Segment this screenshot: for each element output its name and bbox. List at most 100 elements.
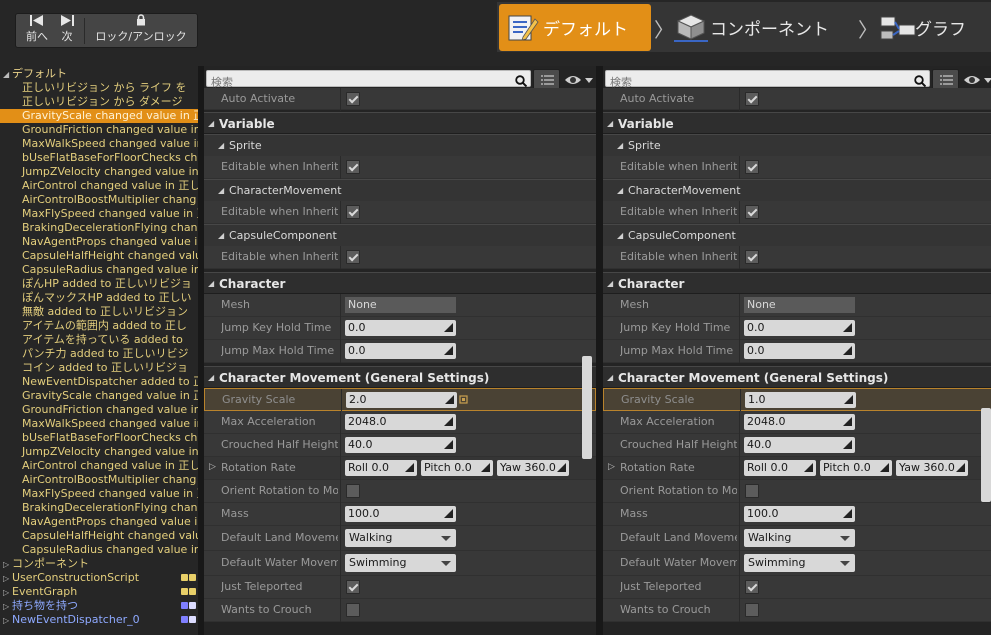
mesh-value[interactable]: None <box>345 297 456 313</box>
rotation-yaw-input[interactable]: Yaw 360.0 <box>896 460 968 476</box>
expand-triangle-icon[interactable]: ▷ <box>3 614 12 627</box>
section-header-cm-general[interactable]: ◢ Character Movement (General Settings) <box>204 366 596 388</box>
tree-item[interactable]: JumpZVelocity changed value in <box>0 445 198 459</box>
search-icon[interactable] <box>515 72 528 88</box>
tree-item[interactable]: AirControlBoostMultiplier chang <box>0 473 198 487</box>
drag-handle-icon[interactable] <box>445 395 454 404</box>
wants-to-crouch-checkbox[interactable] <box>346 603 360 617</box>
collapse-triangle-icon[interactable]: ◢ <box>617 231 626 240</box>
tree-item[interactable]: パンチ力 added to 正しいリビジ <box>0 347 198 361</box>
default-water-movement-select[interactable]: Swimming <box>744 554 855 572</box>
drag-handle-icon[interactable] <box>880 463 889 472</box>
drag-handle-icon[interactable] <box>557 463 566 472</box>
collapse-triangle-icon[interactable]: ◢ <box>208 279 217 288</box>
max-acceleration-input[interactable]: 2048.0 <box>744 414 855 430</box>
reset-to-default-icon[interactable] <box>459 395 468 404</box>
section-header-cm-general[interactable]: ◢ Character Movement (General Settings) <box>603 366 991 388</box>
drag-handle-icon[interactable] <box>843 417 852 426</box>
tree-item[interactable]: AirControl changed value in 正し <box>0 179 198 193</box>
drag-handle-icon[interactable] <box>444 440 453 449</box>
subsection-header-capsulecomponent[interactable]: ◢ CapsuleComponent <box>204 224 596 246</box>
tree-category[interactable]: ▷ EventGraph <box>0 585 198 599</box>
tree-category[interactable]: ▷ UserConstructionScript <box>0 571 198 585</box>
tree-item[interactable]: NavAgentProps changed value i <box>0 235 198 249</box>
jump-max-hold-time-input[interactable]: 0.0 <box>744 343 855 359</box>
tree-item[interactable]: アイテムを持っている added to <box>0 333 198 347</box>
subsection-header-capsulecomponent[interactable]: ◢ CapsuleComponent <box>603 224 991 246</box>
editable-checkbox[interactable] <box>346 205 360 219</box>
orient-rotation-checkbox[interactable] <box>346 484 360 498</box>
tree-item[interactable]: BrakingDecelerationFlying chang <box>0 501 198 515</box>
tree-item[interactable]: GroundFriction changed value in <box>0 123 198 137</box>
rotation-yaw-input[interactable]: Yaw 360.0 <box>497 460 569 476</box>
tree-item[interactable]: MaxFlySpeed changed value in 正 <box>0 487 198 501</box>
default-water-movement-select[interactable]: Swimming <box>345 554 456 572</box>
collapse-triangle-icon[interactable]: ◢ <box>607 373 616 382</box>
auto-activate-checkbox[interactable] <box>745 92 759 106</box>
default-land-movement-select[interactable]: Walking <box>345 529 456 547</box>
mode-tab-default[interactable]: デフォルト <box>499 4 651 51</box>
drag-handle-icon[interactable] <box>405 463 414 472</box>
mode-tab-graph[interactable]: グラフ <box>879 4 991 51</box>
lock-unlock-button[interactable]: ロック/アンロック <box>88 14 194 47</box>
expand-triangle-icon[interactable]: ▷ <box>3 600 12 613</box>
mesh-value[interactable]: None <box>744 297 855 313</box>
editable-checkbox[interactable] <box>745 205 759 219</box>
section-header-character[interactable]: ◢ Character <box>204 272 596 294</box>
editable-checkbox[interactable] <box>346 250 360 264</box>
collapse-triangle-icon[interactable]: ◢ <box>617 186 626 195</box>
tree-item[interactable]: ぽんマックスHP added to 正しい <box>0 291 198 305</box>
tree-item[interactable]: AirControl changed value in 正し <box>0 459 198 473</box>
editable-checkbox[interactable] <box>745 160 759 174</box>
expand-triangle-icon[interactable]: ▷ <box>3 558 12 571</box>
collapse-triangle-icon[interactable]: ◢ <box>218 141 227 150</box>
rotation-pitch-input[interactable]: Pitch 0.0 <box>820 460 892 476</box>
tree-item[interactable]: JumpZVelocity changed value in <box>0 165 198 179</box>
editable-checkbox[interactable] <box>346 160 360 174</box>
drag-handle-icon[interactable] <box>444 323 453 332</box>
collapse-triangle-icon[interactable]: ◢ <box>218 231 227 240</box>
drag-handle-icon[interactable] <box>843 323 852 332</box>
collapse-triangle-icon[interactable]: ◢ <box>218 186 227 195</box>
tree-item[interactable]: GroundFriction changed value in <box>0 403 198 417</box>
expand-triangle-icon[interactable]: ▷ <box>3 586 12 599</box>
subsection-header-sprite[interactable]: ◢ Sprite <box>603 134 991 156</box>
tree-item[interactable]: アイテムの範囲内 added to 正し <box>0 319 198 333</box>
just-teleported-checkbox[interactable] <box>346 580 360 594</box>
details-scrollbar-right[interactable] <box>981 408 991 502</box>
rotation-roll-input[interactable]: Roll 0.0 <box>744 460 816 476</box>
mass-input[interactable]: 100.0 <box>744 506 855 522</box>
wants-to-crouch-checkbox[interactable] <box>745 603 759 617</box>
rotation-roll-input[interactable]: Roll 0.0 <box>345 460 417 476</box>
back-button[interactable]: 前へ <box>22 14 52 47</box>
crouched-half-height-input[interactable]: 40.0 <box>345 437 456 453</box>
tree-category[interactable]: ▷ NewEventDispatcher_0 <box>0 613 198 627</box>
tree-item[interactable]: 無敵 added to 正しいリビジョン <box>0 305 198 319</box>
tree-item[interactable]: コイン added to 正しいリビジョ <box>0 361 198 375</box>
subsection-header-sprite[interactable]: ◢ Sprite <box>204 134 596 156</box>
drag-handle-icon[interactable] <box>804 463 813 472</box>
search-icon[interactable] <box>914 72 927 88</box>
visibility-filter-button[interactable] <box>563 72 595 88</box>
tree-item[interactable]: ぽんHP added to 正しいリビジョ <box>0 277 198 291</box>
jump-max-hold-time-input[interactable]: 0.0 <box>345 343 456 359</box>
drag-handle-icon[interactable] <box>444 346 453 355</box>
section-header-character[interactable]: ◢ Character <box>603 272 991 294</box>
crouched-half-height-input[interactable]: 40.0 <box>744 437 855 453</box>
tree-item[interactable]: MaxWalkSpeed changed value in <box>0 137 198 151</box>
tree-item[interactable]: bUseFlatBaseForFloorChecks ch <box>0 151 198 165</box>
drag-handle-icon[interactable] <box>956 463 965 472</box>
mode-tab-component[interactable]: コンポーネント <box>674 4 854 51</box>
collapse-triangle-icon[interactable]: ◢ <box>607 279 616 288</box>
panel-splitter[interactable] <box>596 66 603 635</box>
drag-handle-icon[interactable] <box>844 395 853 404</box>
expand-triangle-icon[interactable]: ▷ <box>209 462 218 472</box>
tree-item[interactable]: CapsuleRadius changed value in <box>0 543 198 557</box>
tree-root-default[interactable]: ◢ デフォルト <box>0 67 198 81</box>
collapse-triangle-icon[interactable]: ◢ <box>208 119 217 128</box>
details-scrollbar-left[interactable] <box>582 356 592 459</box>
tree-item[interactable]: BrakingDecelerationFlying chang <box>0 221 198 235</box>
tree-item[interactable]: MaxFlySpeed changed value in 正 <box>0 207 198 221</box>
tree-item[interactable]: NavAgentProps changed value i <box>0 515 198 529</box>
drag-handle-icon[interactable] <box>843 509 852 518</box>
